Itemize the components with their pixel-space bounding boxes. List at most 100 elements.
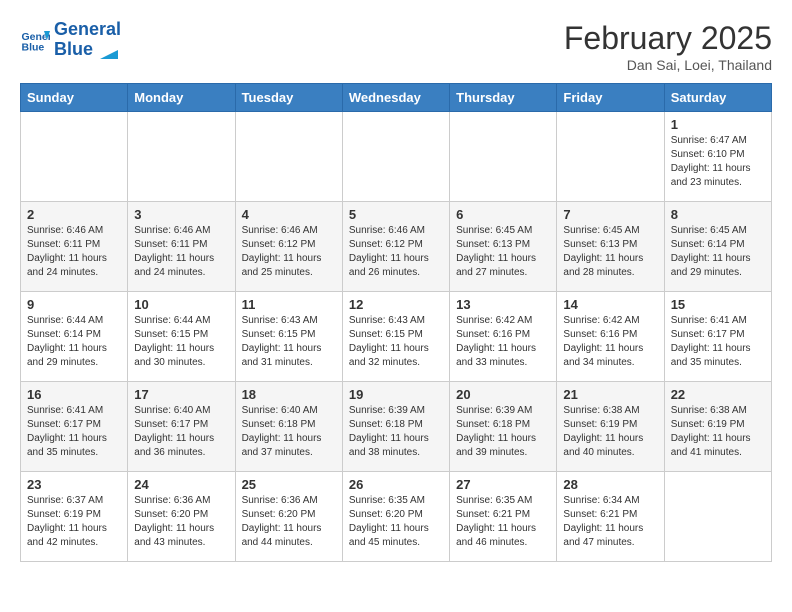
calendar-cell xyxy=(450,112,557,202)
day-number: 20 xyxy=(456,387,550,402)
day-info: Sunrise: 6:35 AM Sunset: 6:21 PM Dayligh… xyxy=(456,494,550,550)
logo: General Blue General Blue xyxy=(20,20,121,60)
day-info: Sunrise: 6:34 AM Sunset: 6:21 PM Dayligh… xyxy=(563,494,657,550)
logo-triangle-icon xyxy=(100,41,118,59)
month-title: February 2025 xyxy=(564,20,772,57)
weekday-header-saturday: Saturday xyxy=(664,84,771,112)
title-block: February 2025 Dan Sai, Loei, Thailand xyxy=(564,20,772,73)
day-number: 14 xyxy=(563,297,657,312)
day-info: Sunrise: 6:45 AM Sunset: 6:13 PM Dayligh… xyxy=(563,224,657,280)
calendar-week-2: 2 Sunrise: 6:46 AM Sunset: 6:11 PM Daylig… xyxy=(21,202,772,292)
calendar-cell: 15Sunrise: 6:41 AM Sunset: 6:17 PM Dayli… xyxy=(664,292,771,382)
calendar-cell: 11 Sunrise: 6:43 AM Sunset: 6:15 PM Dayli… xyxy=(235,292,342,382)
day-info: Sunrise: 6:43 AM Sunset: 6:15 PM Dayligh… xyxy=(349,314,443,370)
day-number: 24 xyxy=(134,477,228,492)
day-info: Sunrise: 6:44 AM Sunset: 6:15 PM Dayligh… xyxy=(134,314,228,370)
logo-general: General xyxy=(54,20,121,40)
day-number: 28 xyxy=(563,477,657,492)
day-info: Sunrise: 6:42 AM Sunset: 6:16 PM Dayligh… xyxy=(563,314,657,370)
weekday-header-wednesday: Wednesday xyxy=(342,84,449,112)
day-number: 21 xyxy=(563,387,657,402)
calendar-cell xyxy=(557,112,664,202)
day-number: 23 xyxy=(27,477,121,492)
calendar-cell: 17 Sunrise: 6:40 AM Sunset: 6:17 PM Dayli… xyxy=(128,382,235,472)
calendar-cell xyxy=(128,112,235,202)
day-info: Sunrise: 6:38 AM Sunset: 6:19 PM Dayligh… xyxy=(563,404,657,460)
calendar-cell: 12 Sunrise: 6:43 AM Sunset: 6:15 PM Dayli… xyxy=(342,292,449,382)
calendar-cell: 23 Sunrise: 6:37 AM Sunset: 6:19 PM Dayli… xyxy=(21,472,128,562)
day-info: Sunrise: 6:36 AM Sunset: 6:20 PM Dayligh… xyxy=(134,494,228,550)
day-number: 11 xyxy=(242,297,336,312)
weekday-header-friday: Friday xyxy=(557,84,664,112)
day-info: Sunrise: 6:39 AM Sunset: 6:18 PM Dayligh… xyxy=(349,404,443,460)
day-info: Sunrise: 6:41 AM Sunset: 6:17 PM Dayligh… xyxy=(27,404,121,460)
day-info: Sunrise: 6:38 AM Sunset: 6:19 PM Dayligh… xyxy=(671,404,765,460)
calendar-week-3: 9 Sunrise: 6:44 AM Sunset: 6:14 PM Daylig… xyxy=(21,292,772,382)
day-info: Sunrise: 6:45 AM Sunset: 6:13 PM Dayligh… xyxy=(456,224,550,280)
calendar-week-5: 23 Sunrise: 6:37 AM Sunset: 6:19 PM Dayli… xyxy=(21,472,772,562)
calendar-cell: 25 Sunrise: 6:36 AM Sunset: 6:20 PM Dayli… xyxy=(235,472,342,562)
day-number: 4 xyxy=(242,207,336,222)
calendar-cell: 7Sunrise: 6:45 AM Sunset: 6:13 PM Daylig… xyxy=(557,202,664,292)
calendar-cell: 24 Sunrise: 6:36 AM Sunset: 6:20 PM Dayli… xyxy=(128,472,235,562)
day-info: Sunrise: 6:43 AM Sunset: 6:15 PM Dayligh… xyxy=(242,314,336,370)
logo-blue: Blue xyxy=(54,40,121,60)
day-number: 1 xyxy=(671,117,765,132)
day-info: Sunrise: 6:36 AM Sunset: 6:20 PM Dayligh… xyxy=(242,494,336,550)
day-number: 25 xyxy=(242,477,336,492)
day-number: 16 xyxy=(27,387,121,402)
day-number: 12 xyxy=(349,297,443,312)
calendar-cell: 2 Sunrise: 6:46 AM Sunset: 6:11 PM Daylig… xyxy=(21,202,128,292)
day-info: Sunrise: 6:40 AM Sunset: 6:18 PM Dayligh… xyxy=(242,404,336,460)
weekday-header-sunday: Sunday xyxy=(21,84,128,112)
day-number: 3 xyxy=(134,207,228,222)
day-number: 18 xyxy=(242,387,336,402)
day-info: Sunrise: 6:46 AM Sunset: 6:12 PM Dayligh… xyxy=(349,224,443,280)
day-info: Sunrise: 6:44 AM Sunset: 6:14 PM Dayligh… xyxy=(27,314,121,370)
day-info: Sunrise: 6:46 AM Sunset: 6:12 PM Dayligh… xyxy=(242,224,336,280)
calendar-cell: 22 Sunrise: 6:38 AM Sunset: 6:19 PM Dayli… xyxy=(664,382,771,472)
svg-text:Blue: Blue xyxy=(22,41,45,53)
calendar-cell: 8Sunrise: 6:45 AM Sunset: 6:14 PM Daylig… xyxy=(664,202,771,292)
calendar-cell xyxy=(664,472,771,562)
calendar-cell: 13Sunrise: 6:42 AM Sunset: 6:16 PM Dayli… xyxy=(450,292,557,382)
calendar-header-row: SundayMondayTuesdayWednesdayThursdayFrid… xyxy=(21,84,772,112)
day-info: Sunrise: 6:45 AM Sunset: 6:14 PM Dayligh… xyxy=(671,224,765,280)
calendar-cell: 4 Sunrise: 6:46 AM Sunset: 6:12 PM Daylig… xyxy=(235,202,342,292)
calendar-cell: 18 Sunrise: 6:40 AM Sunset: 6:18 PM Dayli… xyxy=(235,382,342,472)
day-number: 22 xyxy=(671,387,765,402)
calendar-cell: 19Sunrise: 6:39 AM Sunset: 6:18 PM Dayli… xyxy=(342,382,449,472)
day-info: Sunrise: 6:39 AM Sunset: 6:18 PM Dayligh… xyxy=(456,404,550,460)
calendar-cell: 20 Sunrise: 6:39 AM Sunset: 6:18 PM Dayli… xyxy=(450,382,557,472)
calendar-cell xyxy=(21,112,128,202)
calendar-cell: 9 Sunrise: 6:44 AM Sunset: 6:14 PM Daylig… xyxy=(21,292,128,382)
calendar-cell: 10Sunrise: 6:44 AM Sunset: 6:15 PM Dayli… xyxy=(128,292,235,382)
day-info: Sunrise: 6:46 AM Sunset: 6:11 PM Dayligh… xyxy=(27,224,121,280)
location-title: Dan Sai, Loei, Thailand xyxy=(564,57,772,73)
calendar-cell: 5 Sunrise: 6:46 AM Sunset: 6:12 PM Daylig… xyxy=(342,202,449,292)
day-number: 5 xyxy=(349,207,443,222)
calendar-cell: 21 Sunrise: 6:38 AM Sunset: 6:19 PM Dayli… xyxy=(557,382,664,472)
calendar-cell: 27 Sunrise: 6:35 AM Sunset: 6:21 PM Dayli… xyxy=(450,472,557,562)
calendar-week-1: 1Sunrise: 6:47 AM Sunset: 6:10 PM Daylig… xyxy=(21,112,772,202)
calendar-cell xyxy=(342,112,449,202)
calendar-cell: 28 Sunrise: 6:34 AM Sunset: 6:21 PM Dayli… xyxy=(557,472,664,562)
day-info: Sunrise: 6:35 AM Sunset: 6:20 PM Dayligh… xyxy=(349,494,443,550)
calendar-table: SundayMondayTuesdayWednesdayThursdayFrid… xyxy=(20,83,772,562)
day-info: Sunrise: 6:42 AM Sunset: 6:16 PM Dayligh… xyxy=(456,314,550,370)
calendar-cell: 16 Sunrise: 6:41 AM Sunset: 6:17 PM Dayli… xyxy=(21,382,128,472)
day-number: 9 xyxy=(27,297,121,312)
page-header: General Blue General Blue February 2025 … xyxy=(20,20,772,73)
day-number: 27 xyxy=(456,477,550,492)
weekday-header-tuesday: Tuesday xyxy=(235,84,342,112)
day-number: 15 xyxy=(671,297,765,312)
day-number: 17 xyxy=(134,387,228,402)
day-info: Sunrise: 6:37 AM Sunset: 6:19 PM Dayligh… xyxy=(27,494,121,550)
calendar-cell: 6 Sunrise: 6:45 AM Sunset: 6:13 PM Daylig… xyxy=(450,202,557,292)
calendar-cell: 1Sunrise: 6:47 AM Sunset: 6:10 PM Daylig… xyxy=(664,112,771,202)
calendar-week-4: 16 Sunrise: 6:41 AM Sunset: 6:17 PM Dayli… xyxy=(21,382,772,472)
calendar-cell xyxy=(235,112,342,202)
day-number: 6 xyxy=(456,207,550,222)
day-info: Sunrise: 6:40 AM Sunset: 6:17 PM Dayligh… xyxy=(134,404,228,460)
day-number: 2 xyxy=(27,207,121,222)
